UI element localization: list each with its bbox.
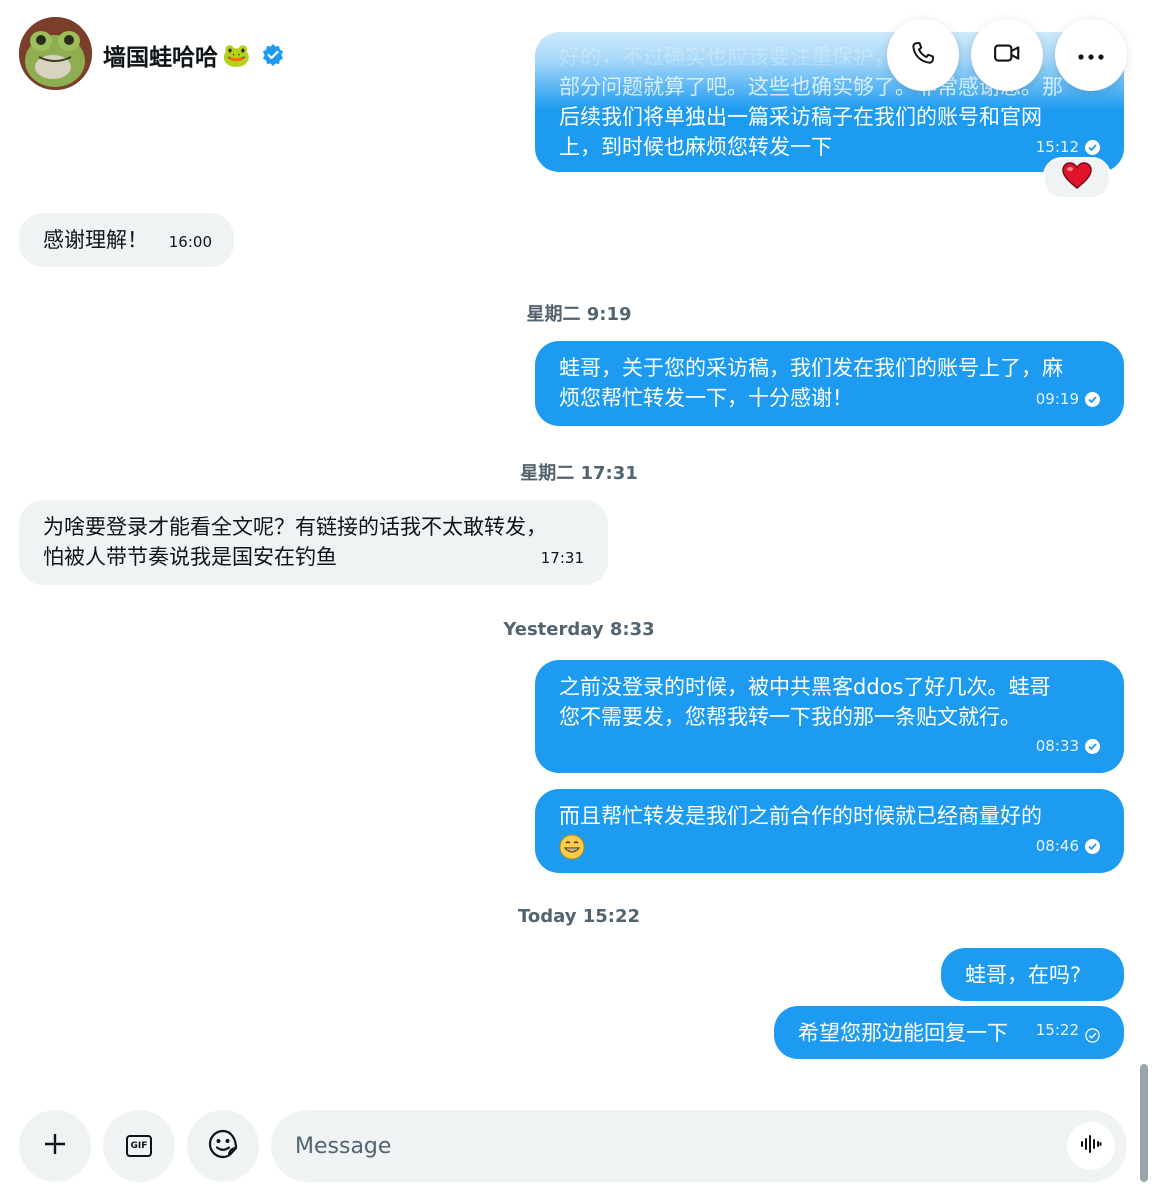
day-separator: 星期二 9:19 xyxy=(526,304,632,325)
message-text-line: 烦您帮忙转发一下，十分感谢！ xyxy=(559,386,853,410)
gif-button[interactable]: GIF xyxy=(103,1110,175,1182)
timestamp-text: 17:31 xyxy=(540,549,584,567)
voice-message-button[interactable] xyxy=(1067,1122,1115,1170)
video-call-button[interactable] xyxy=(971,19,1043,91)
phone-icon xyxy=(909,39,937,71)
day-separator: Today 15:22 xyxy=(517,906,641,927)
day-separator: 星期二 17:31 xyxy=(520,463,638,484)
timestamp-text: 08:46 xyxy=(1035,837,1079,855)
message-timestamp: 08:46 xyxy=(1036,831,1100,861)
message-text-line: 怕被人带节奏说我是国安在钓鱼 xyxy=(43,545,337,569)
read-check-icon xyxy=(1085,738,1100,754)
sent-check-icon xyxy=(1085,1023,1100,1043)
day-separator: Yesterday 8:33 xyxy=(503,619,655,640)
message-bubble-incoming[interactable]: 感谢理解！ 16:00 xyxy=(19,213,234,267)
voice-icon xyxy=(1079,1132,1103,1160)
message-bubble-outgoing[interactable]: 蛙哥，在吗? xyxy=(941,948,1124,1001)
timestamp-text: 15:22 xyxy=(1035,1021,1079,1039)
contact-name[interactable]: 墙国蛙哈哈 🐸 xyxy=(103,38,285,72)
message-composer: GIF xyxy=(0,1100,1158,1194)
message-text: 蛙哥，在吗? xyxy=(965,963,1082,987)
message-text-line: 为啥要登录才能看全文呢？有链接的话我不太敢转发， xyxy=(43,515,547,539)
conversation-header: 墙国蛙哈哈 🐸 好的，不过确实也应该要注重保护， 部分问题就算了吧。这些也确实够… xyxy=(0,0,1158,172)
message-timestamp: 15:22 xyxy=(1036,1015,1100,1045)
grin-emoji: 😁 xyxy=(559,831,1100,861)
heart-icon xyxy=(1062,162,1092,194)
timestamp-text: 09:19 xyxy=(1035,390,1079,408)
add-attachment-button[interactable] xyxy=(19,1110,91,1182)
message-timestamp: 09:19 xyxy=(1036,384,1100,414)
contact-avatar[interactable] xyxy=(19,17,92,90)
contact-name-text: 墙国蛙哈哈 xyxy=(103,45,218,71)
gif-label: GIF xyxy=(130,1141,148,1151)
message-text-line: 之前没登录的时候，被中共黑客ddos了好几次。蛙哥 xyxy=(559,675,1051,699)
message-text: 感谢理解！ xyxy=(43,228,148,252)
message-bubble-outgoing[interactable]: 而且帮忙转发是我们之前合作的时候就已经商量好的 😁 08:46 xyxy=(535,789,1124,873)
call-button[interactable] xyxy=(887,19,959,91)
timestamp-text: 16:00 xyxy=(168,233,212,251)
read-check-icon xyxy=(1085,139,1100,155)
timestamp-text: 08:33 xyxy=(1035,737,1079,755)
more-icon xyxy=(1077,46,1105,65)
message-bubble-outgoing[interactable]: 蛙哥，关于您的采访稿，我们发在我们的账号上了，麻 烦您帮忙转发一下，十分感谢！ … xyxy=(535,341,1124,426)
scrollbar-thumb[interactable] xyxy=(1140,1064,1148,1182)
gif-icon: GIF xyxy=(126,1135,152,1157)
more-options-button[interactable] xyxy=(1055,19,1127,91)
message-text-line: 蛙哥，关于您的采访稿，我们发在我们的账号上了，麻 xyxy=(559,356,1063,380)
message-text-line: 您不需要发，您帮我转一下我的那一条贴文就行。 xyxy=(559,705,1021,729)
read-check-icon xyxy=(1085,391,1100,407)
video-icon xyxy=(992,38,1022,72)
message-text-line: 后续我们将单独出一篇采访稿子在我们的账号和官网 xyxy=(559,105,1042,129)
add-icon xyxy=(42,1131,68,1161)
message-bubble-incoming[interactable]: 为啥要登录才能看全文呢？有链接的话我不太敢转发， 怕被人带节奏说我是国安在钓鱼 … xyxy=(19,500,608,585)
message-timestamp: 17:31 xyxy=(541,543,584,573)
message-text-line: 上，到时候也麻烦您转发一下 xyxy=(559,135,832,159)
read-check-icon xyxy=(1085,838,1100,854)
message-input[interactable] xyxy=(271,1110,1127,1182)
message-text: 而且帮忙转发是我们之前合作的时候就已经商量好的 xyxy=(559,804,1042,828)
emoji-icon xyxy=(207,1128,239,1164)
verified-badge-icon xyxy=(261,43,285,67)
heart-reaction[interactable] xyxy=(1043,157,1111,199)
frog-emoji: 🐸 xyxy=(222,42,251,69)
message-timestamp: 16:00 xyxy=(169,227,212,257)
message-timestamp: 08:33 xyxy=(1036,731,1100,761)
message-text: 希望您那边能回复一下 xyxy=(798,1021,1008,1045)
emoji-button[interactable] xyxy=(187,1110,259,1182)
message-bubble-outgoing[interactable]: 之前没登录的时候，被中共黑客ddos了好几次。蛙哥 您不需要发，您帮我转一下我的… xyxy=(535,660,1124,773)
message-bubble-outgoing[interactable]: 希望您那边能回复一下 15:22 xyxy=(774,1006,1124,1059)
